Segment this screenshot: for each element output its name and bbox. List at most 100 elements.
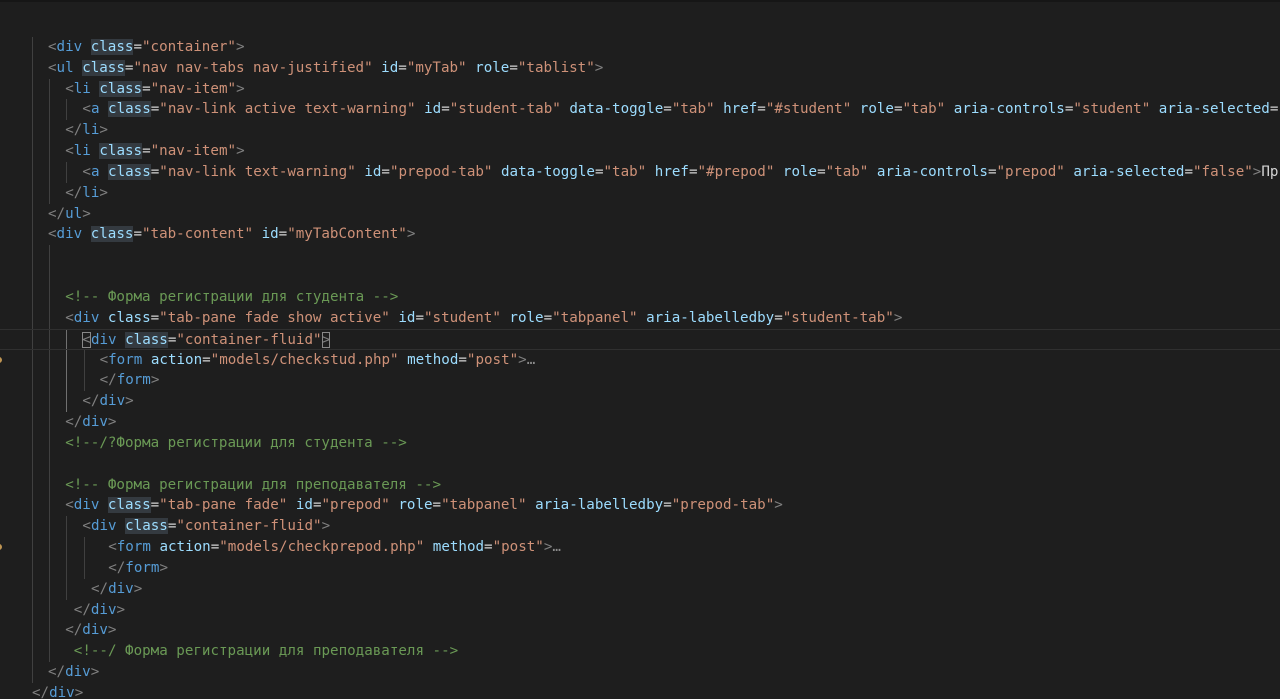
- code-line[interactable]: <div class="tab-pane fade" id="prepod" r…: [0, 495, 1280, 517]
- tag-name: ul: [65, 205, 83, 222]
- punctuation: <: [48, 59, 57, 76]
- indent-guide: [49, 516, 51, 538]
- tag-name: li: [82, 122, 100, 139]
- line-content: <div class="tab-content" id="myTabConten…: [48, 224, 415, 245]
- code-line[interactable]: </div>: [0, 683, 1280, 699]
- fold-ellipsis[interactable]: …: [527, 352, 536, 368]
- code-line[interactable]: </div>: [0, 578, 1280, 600]
- code-line[interactable]: </ul>: [0, 203, 1280, 225]
- indent-guide: [32, 224, 33, 246]
- code-line[interactable]: <ul class = "nav nav-tabs nav-justified" i…: [0, 57, 1280, 79]
- code-line[interactable]: <div class="tab-content" id="myTabConten…: [0, 224, 1280, 246]
- code-line[interactable]: <div class="container-fluid">: [0, 516, 1280, 538]
- scroll-shadow: [0, 0, 1280, 2]
- indent-guide: [32, 516, 33, 538]
- code-line[interactable]: </li>: [0, 182, 1280, 204]
- code-line[interactable]: <div class="container-fluid">: [0, 328, 1280, 350]
- attribute-value: "student": [423, 309, 501, 326]
- equals-sign: =: [774, 309, 783, 326]
- indent-guide: [32, 99, 33, 121]
- code-line[interactable]: <!-- Форма регистрации для преподавателя…: [0, 474, 1280, 496]
- code-line[interactable]: [0, 453, 1280, 475]
- folded-region-marker[interactable]: [0, 356, 2, 363]
- code-line[interactable]: <a class="nav-link text-warning" id="pre…: [0, 161, 1280, 183]
- equals-sign: =: [150, 497, 160, 514]
- code-line[interactable]: <!-- Форма регистрации для студента -->: [0, 286, 1280, 308]
- text: [646, 164, 655, 180]
- code-line[interactable]: </form>: [0, 557, 1280, 579]
- indent-guide: [66, 578, 68, 600]
- indent-guide: [32, 391, 33, 413]
- equals-sign: =: [150, 309, 160, 326]
- punctuation: <: [65, 80, 74, 97]
- attribute-name: class: [108, 101, 151, 118]
- code-line[interactable]: </div>: [0, 599, 1280, 621]
- code-line[interactable]: [0, 266, 1280, 287]
- attribute-value: "tab": [603, 163, 647, 180]
- code-line[interactable]: [0, 245, 1280, 267]
- attribute-name: class: [125, 518, 168, 535]
- code-line[interactable]: <!--/ Форма регистрации для преподавател…: [0, 641, 1280, 663]
- comment: <!-- Форма регистрации для преподавателя…: [65, 476, 442, 493]
- attribute-value: "models/checkprepod.php": [219, 539, 425, 556]
- attribute-value: "#prepod": [697, 163, 775, 180]
- attribute-name: aria-labelledby: [646, 309, 775, 326]
- fold-ellipsis[interactable]: …: [552, 539, 561, 555]
- punctuation: </: [91, 580, 109, 597]
- indent-guide: [49, 474, 51, 496]
- code-line[interactable]: [0, 16, 1280, 37]
- tag-name: div: [108, 580, 134, 597]
- code-line[interactable]: <form action="models/checkstud.php" meth…: [0, 349, 1280, 371]
- punctuation: <: [82, 101, 91, 118]
- equals-sign: =: [381, 163, 390, 180]
- code-line[interactable]: </li>: [0, 120, 1280, 142]
- attribute-value: "container-fluid": [176, 518, 322, 535]
- attribute-value: "nav-link text-warning": [159, 163, 356, 180]
- indent-guide: [66, 99, 68, 121]
- indent-guide: [49, 245, 51, 267]
- code-line[interactable]: </div>: [0, 412, 1280, 433]
- code-line[interactable]: </form>: [0, 370, 1280, 392]
- equals-sign: =: [432, 497, 442, 514]
- attribute-name: aria-controls: [953, 101, 1065, 118]
- line-content: <div class="tab-pane fade" id="prepod" r…: [65, 495, 783, 516]
- attribute-name: action: [159, 539, 211, 556]
- code-editor[interactable]: <div class="container"> <ul class="nav na…: [0, 0, 1280, 699]
- comment: <!--/ Форма регистрации для преподавател…: [73, 643, 459, 660]
- text: [99, 101, 108, 117]
- code-line[interactable]: <a class="nav-link active text-warning" …: [0, 99, 1280, 121]
- code-line[interactable]: <li class="nav-item">: [0, 141, 1280, 162]
- code-line[interactable]: <div class="tab-pane fade show active" i…: [0, 307, 1280, 329]
- code-line[interactable]: <div class="container">: [0, 36, 1280, 58]
- indent-guide: [83, 370, 85, 392]
- indent-guide: [32, 474, 33, 496]
- indent-guide: [66, 349, 68, 371]
- equals-sign: =: [757, 101, 766, 118]
- line-content: <ul class = "nav nav-tabs nav-justified" i…: [48, 58, 603, 79]
- punctuation: >: [82, 205, 91, 222]
- code-lines: <div class="container"> <ul class="nav na…: [0, 16, 1280, 699]
- code-line[interactable]: <form action="models/checkprepod.php" me…: [0, 537, 1280, 558]
- equals-sign: =: [398, 59, 407, 76]
- indent-guide: [32, 329, 33, 349]
- attribute-name: class: [107, 497, 151, 514]
- indent-guide: [32, 203, 33, 225]
- folded-region-marker[interactable]: [0, 544, 2, 551]
- code-line[interactable]: <li class="nav-item">: [0, 78, 1280, 100]
- code-line[interactable]: </div>: [0, 620, 1280, 642]
- comment: <!--/?Форма регистрации для студента -->: [65, 434, 407, 451]
- punctuation: <: [82, 163, 91, 180]
- text: [287, 497, 296, 513]
- code-line[interactable]: <!--/?Форма регистрации для студента -->: [0, 432, 1280, 454]
- equals-sign: =: [150, 163, 160, 180]
- code-line[interactable]: </div>: [0, 662, 1280, 683]
- attribute-value: "nav nav-tabs nav-justified": [133, 59, 373, 76]
- punctuation: </: [65, 622, 83, 639]
- attribute-value: "tabpanel": [441, 497, 527, 514]
- code-line[interactable]: </div>: [0, 391, 1280, 413]
- text: [253, 226, 262, 242]
- punctuation: >: [125, 393, 134, 410]
- punctuation: >: [518, 351, 527, 368]
- equals-sign: =: [688, 163, 698, 180]
- attribute-value: "#student": [765, 101, 852, 118]
